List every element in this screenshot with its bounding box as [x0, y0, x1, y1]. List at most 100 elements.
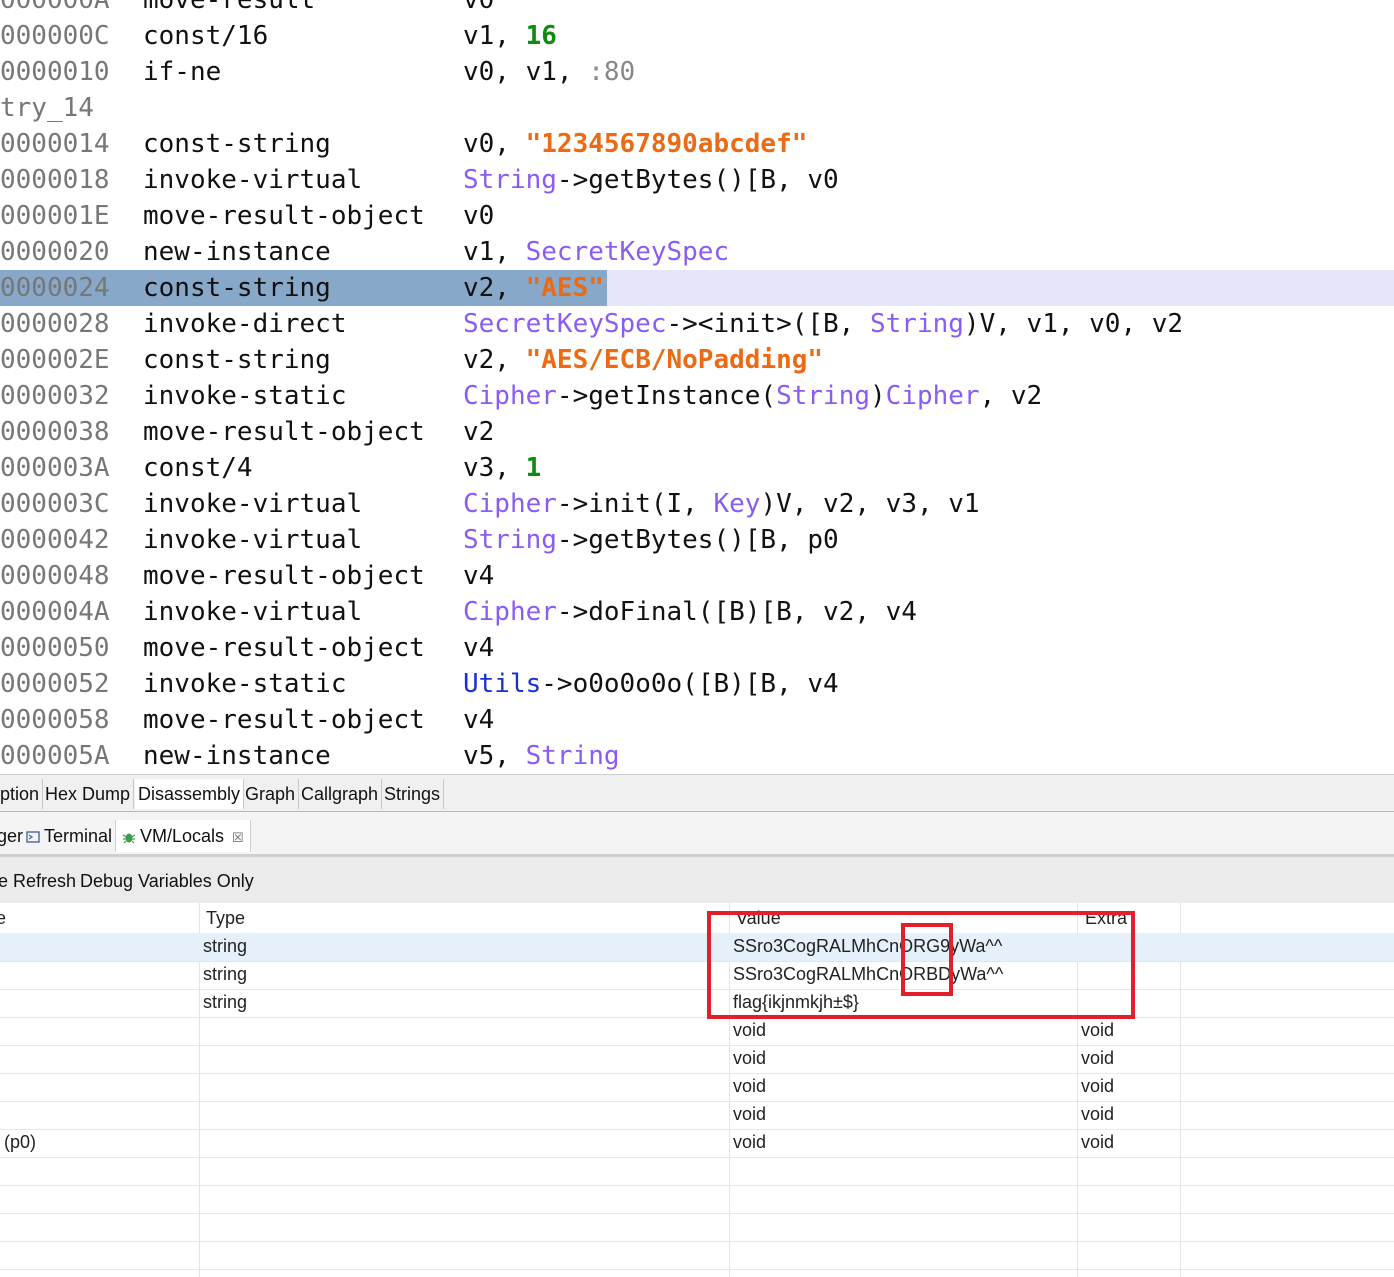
tab-description[interactable]: ption — [0, 779, 44, 809]
code-mnemonic: invoke-static — [143, 669, 347, 699]
table-header: e Type Value Extra — [0, 903, 1394, 933]
code-mnemonic: const-string — [143, 273, 331, 303]
table-row[interactable]: string SSro3CogRALMhCnORBDyWa^^ — [0, 961, 1394, 990]
code-line[interactable]: 0000018 invoke-virtual String->getBytes()[… — [0, 162, 1394, 198]
debug-variables-only-toggle[interactable]: Debug Variables Only — [80, 871, 254, 892]
code-operands: v2 — [463, 414, 494, 450]
table-row[interactable]: void void — [0, 1101, 1394, 1130]
code-line[interactable]: 0000020 new-instance v1, SecretKeySpec — [0, 234, 1394, 270]
table-row[interactable]: string flag{ikjnmkjh±$} — [0, 989, 1394, 1018]
operand-token[interactable]: String — [463, 525, 557, 555]
tab-disassembly[interactable]: Disassembly — [135, 779, 245, 809]
operand-token: v0, — [463, 129, 526, 159]
code-line[interactable]: 0000048 move-result-object v4 — [0, 558, 1394, 594]
code-mnemonic: invoke-direct — [143, 309, 347, 339]
close-icon[interactable]: ☒ — [232, 830, 244, 845]
code-address: 000003C — [0, 489, 110, 519]
header-type[interactable]: Type — [206, 908, 245, 929]
code-operands: v0, "1234567890abcdef" — [463, 126, 807, 162]
code-line[interactable]: try_14 — [0, 90, 1394, 126]
table-row[interactable] — [0, 1241, 1394, 1270]
cell-value: void — [733, 1076, 767, 1096]
operand-token: v3, — [463, 453, 526, 483]
code-line[interactable]: 0000042 invoke-virtual String->getBytes()[… — [0, 522, 1394, 558]
auto-refresh-toggle[interactable]: e Refresh — [0, 871, 76, 892]
code-operands: v0, v1, :80 — [463, 54, 635, 90]
cell-type: string — [203, 992, 248, 1012]
code-operands: v2, "AES/ECB/NoPadding" — [463, 342, 823, 378]
header-name[interactable]: e — [0, 908, 6, 929]
tab-debugger[interactable]: ger — [0, 820, 23, 852]
operand-token[interactable]: SecretKeySpec — [463, 309, 667, 339]
cell-extra: void — [1081, 1132, 1115, 1152]
code-line[interactable]: 000003C invoke-virtual Cipher->init(I, Key… — [0, 486, 1394, 522]
code-address: 000005A — [0, 741, 110, 771]
code-line[interactable]: 0000028 invoke-direct SecretKeySpec-><init… — [0, 306, 1394, 342]
code-address: 0000042 — [0, 525, 110, 555]
code-line[interactable]: 0000010 if-ne v0, v1, :80 — [0, 54, 1394, 90]
tab-strings[interactable]: Strings — [381, 779, 445, 809]
panel-tabbar: ger Terminal VM/Locals ☒ — [0, 812, 1394, 857]
code-line[interactable]: 0000038 move-result-object v2 — [0, 414, 1394, 450]
table-row[interactable] — [0, 1157, 1394, 1186]
table-row[interactable]: void void — [0, 1045, 1394, 1074]
code-address: 0000028 — [0, 309, 110, 339]
operand-token: v4 — [463, 705, 495, 735]
code-line[interactable]: 000003A const/4 v3, 1 — [0, 450, 1394, 486]
code-operands: v4 — [463, 702, 494, 738]
code-line[interactable]: 0000024 const-string v2, "AES" — [0, 270, 1394, 306]
code-line[interactable]: 000004A invoke-virtual Cipher->doFinal([B)… — [0, 594, 1394, 630]
code-line[interactable]: 000001E move-result-object v0 — [0, 198, 1394, 234]
operand-token[interactable]: SecretKeySpec — [526, 237, 730, 267]
code-address: 000004A — [0, 597, 110, 627]
operand-token[interactable]: Cipher — [463, 489, 557, 519]
operand-token: ->getInstance( — [556, 381, 777, 411]
code-address: 0000058 — [0, 705, 110, 735]
code-line[interactable]: 000000A move-result v0 — [0, 0, 1394, 18]
code-line[interactable]: 0000050 move-result-object v4 — [0, 630, 1394, 666]
operand-token: v0 — [463, 201, 495, 231]
code-mnemonic: invoke-virtual — [143, 489, 363, 519]
operand-token[interactable]: Cipher — [886, 381, 980, 411]
table-row[interactable]: void void — [0, 1073, 1394, 1102]
code-mnemonic: const/4 — [143, 453, 253, 483]
code-line[interactable]: 000002E const-string v2, "AES/ECB/NoPaddin… — [0, 342, 1394, 378]
tab-terminal[interactable]: Terminal — [26, 820, 112, 852]
operand-token[interactable]: Cipher — [463, 597, 557, 627]
operand-token[interactable]: Key — [713, 489, 760, 519]
operand-token[interactable]: Cipher — [463, 381, 557, 411]
operand-token[interactable]: Utils — [463, 669, 541, 699]
code-address: 0000050 — [0, 633, 110, 663]
operand-token: v0, v1, — [463, 57, 589, 87]
operand-token: ->getBytes()[B, p0 — [556, 525, 839, 555]
operand-token[interactable]: String — [776, 381, 870, 411]
tab-callgraph[interactable]: Callgraph — [298, 779, 383, 809]
code-mnemonic: move-result-object — [143, 633, 425, 663]
operand-token[interactable]: String — [463, 165, 557, 195]
code-line[interactable]: 000005A new-instance v5, String — [0, 738, 1394, 774]
table-row[interactable]: string SSro3CogRALMhCnORG9yWa^^ — [0, 933, 1394, 962]
operand-token[interactable]: String — [870, 309, 964, 339]
code-operands: String->getBytes()[B, p0 — [463, 522, 839, 558]
code-line[interactable]: 0000052 invoke-static Utils->o0o0o0o([B)[B… — [0, 666, 1394, 702]
table-row[interactable] — [0, 1185, 1394, 1214]
code-line[interactable]: 0000058 move-result-object v4 — [0, 702, 1394, 738]
table-row[interactable]: void void — [0, 1017, 1394, 1046]
code-operands: v1, SecretKeySpec — [463, 234, 729, 270]
operand-token: v2, — [463, 345, 526, 375]
code-operands: v0 — [463, 198, 494, 234]
code-line[interactable]: 0000014 const-string v0, "1234567890abcdef… — [0, 126, 1394, 162]
tab-hex-dump[interactable]: Hex Dump — [42, 779, 135, 809]
code-line[interactable]: 000000C const/16 v1, 16 — [0, 18, 1394, 54]
code-mnemonic: invoke-virtual — [143, 525, 363, 555]
operand-token: ->getBytes()[B, v0 — [556, 165, 839, 195]
tab-graph[interactable]: Graph — [242, 779, 300, 809]
code-label: try_14 — [0, 93, 94, 123]
tab-vm-locals[interactable]: VM/Locals ☒ — [115, 820, 251, 852]
cell-value: void — [733, 1104, 767, 1124]
table-row[interactable]: (p0) void void — [0, 1129, 1394, 1158]
operand-token[interactable]: String — [526, 741, 620, 771]
code-line[interactable]: 0000032 invoke-static Cipher->getInstance(… — [0, 378, 1394, 414]
table-row[interactable] — [0, 1213, 1394, 1242]
variables-table: e Type Value Extra string SSro3CogRALMhCn… — [0, 903, 1394, 1277]
